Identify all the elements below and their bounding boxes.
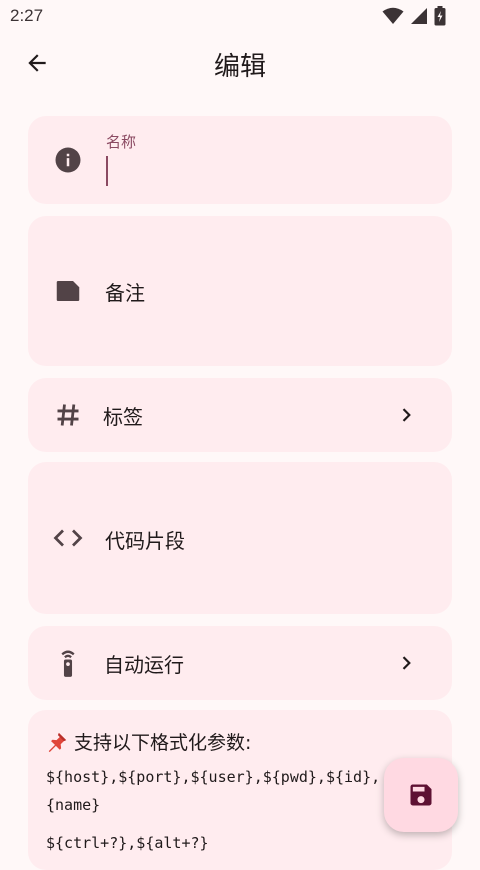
code-snippet-field[interactable]: 代码片段 (28, 462, 452, 614)
format-info-title-text: 支持以下格式化参数: (74, 732, 252, 754)
name-field[interactable]: 名称 (28, 116, 452, 204)
chevron-right-icon (396, 653, 416, 673)
remote-icon (52, 647, 84, 679)
wifi-icon (382, 7, 404, 24)
hashtag-icon (52, 399, 84, 431)
pin-icon (48, 732, 67, 752)
code-snippet-label: 代码片段 (105, 529, 185, 553)
cell-signal-icon (411, 8, 427, 24)
format-params-line-2: {name} (46, 796, 101, 814)
code-icon (52, 522, 84, 554)
note-field-label: 备注 (105, 281, 145, 305)
top-app-bar: 编辑 (0, 32, 480, 92)
name-field-label: 名称 (106, 133, 137, 151)
autorun-label: 自动运行 (104, 653, 184, 677)
battery-icon (434, 6, 446, 26)
save-button[interactable] (384, 758, 458, 832)
save-icon (410, 784, 432, 806)
chevron-right-icon (396, 405, 416, 425)
format-params-line-1: ${host},${port},${user},${pwd},${id}, (46, 768, 381, 786)
autorun-row[interactable]: 自动运行 (28, 626, 452, 700)
tags-label: 标签 (103, 405, 143, 429)
format-params-line-3: ${ctrl+?},${alt+?} (46, 834, 209, 852)
status-time: 2:27 (10, 6, 44, 25)
tags-row[interactable]: 标签 (28, 378, 452, 452)
note-icon (52, 275, 84, 307)
note-field[interactable]: 备注 (28, 216, 452, 366)
info-icon (52, 144, 84, 176)
text-cursor (106, 156, 108, 186)
status-icons (382, 6, 446, 26)
page-title: 编辑 (213, 52, 266, 82)
format-info-title: 支持以下格式化参数: (46, 728, 251, 755)
status-bar: 2:27 (0, 0, 480, 32)
